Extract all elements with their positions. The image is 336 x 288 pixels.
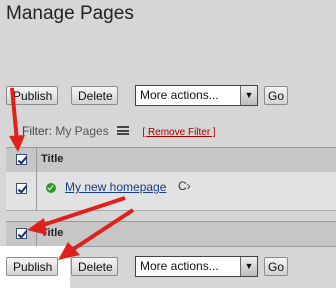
arrow-to-select-all [9,87,25,152]
annotation-arrows [9,87,135,260]
arrow-to-row-checkbox [27,196,126,235]
